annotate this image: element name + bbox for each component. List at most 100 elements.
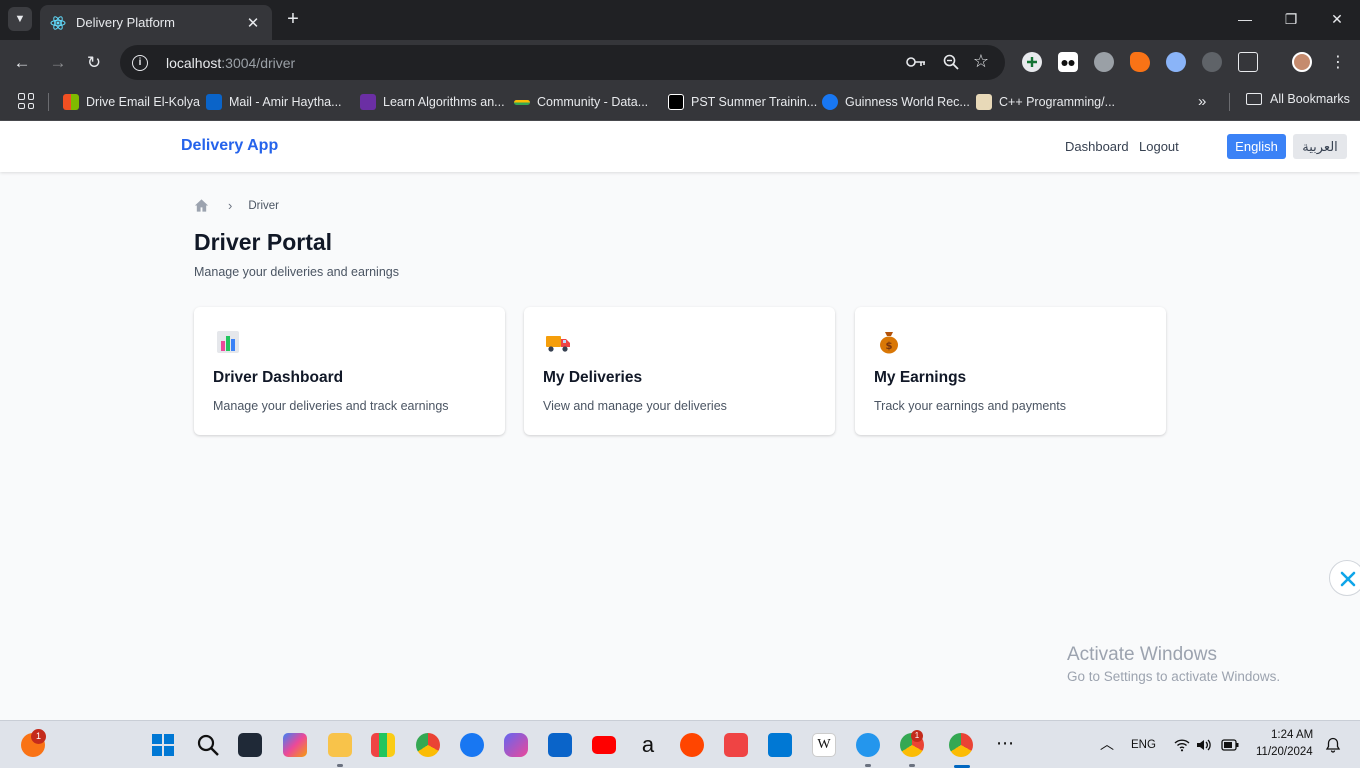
my-earnings-card[interactable]: $ My Earnings Track your earnings and pa…	[855, 307, 1166, 435]
bookmark-item[interactable]: Guinness World Rec...	[822, 92, 970, 112]
photos-icon[interactable]	[504, 733, 528, 757]
reload-button[interactable]: ↻	[81, 50, 107, 76]
activate-windows-title: Activate Windows	[1067, 644, 1217, 665]
facebook-icon[interactable]	[460, 733, 484, 757]
money-bag-icon: $	[880, 332, 898, 354]
activate-windows-subtitle: Go to Settings to activate Windows.	[1067, 669, 1281, 684]
card-description: Manage your deliveries and track earning…	[213, 399, 449, 413]
cross-icon	[1340, 571, 1356, 587]
volume-icon[interactable]	[1196, 738, 1212, 752]
more-bookmarks-icon[interactable]: »	[1198, 93, 1206, 110]
community-icon	[514, 99, 530, 105]
back-button[interactable]: ←	[9, 50, 35, 76]
bookmark-item[interactable]: Drive Email El-Kolya	[63, 92, 200, 112]
reddit-icon[interactable]	[680, 733, 704, 757]
close-window-button[interactable]: ✕	[1322, 8, 1352, 30]
chevron-right-icon: ›	[228, 198, 233, 213]
youtube-icon[interactable]	[592, 736, 616, 754]
page-subtitle: Manage your deliveries and earnings	[194, 265, 399, 279]
bookmark-item[interactable]: Community - Data...	[514, 92, 648, 112]
extension-glasses-icon[interactable]	[1058, 52, 1078, 72]
language-english-button[interactable]: English	[1227, 134, 1286, 159]
nav-dashboard-link[interactable]: Dashboard	[1065, 139, 1129, 154]
site-info-icon[interactable]: i	[132, 54, 148, 71]
tab-search-button[interactable]: ▼	[8, 7, 32, 31]
extension-orange-icon[interactable]	[1130, 52, 1150, 72]
my-deliveries-card[interactable]: My Deliveries View and manage your deliv…	[524, 307, 835, 435]
card-description: Track your earnings and payments	[874, 399, 1066, 413]
running-indicator	[909, 764, 915, 767]
chrome-active-icon[interactable]	[949, 733, 973, 757]
store-icon[interactable]	[724, 733, 748, 757]
svg-text:$: $	[886, 341, 893, 352]
outlook-icon[interactable]	[548, 733, 572, 757]
windows-taskbar: 1 a W 1 ⋯ ︿ ENG 1:24 AM 11/20/2024	[0, 720, 1360, 768]
wikipedia-icon[interactable]: W	[812, 733, 836, 757]
breadcrumb: › Driver	[194, 198, 279, 213]
more-apps-icon[interactable]: ⋯	[993, 733, 1017, 757]
apps-grid-icon[interactable]	[18, 93, 34, 109]
language-indicator[interactable]: ENG	[1131, 739, 1156, 751]
tab-close-icon[interactable]: ✕	[244, 14, 262, 32]
bookmark-item[interactable]: PST Summer Trainin...	[668, 92, 817, 112]
restore-button[interactable]: ❐	[1276, 8, 1306, 30]
new-tab-button[interactable]: +	[282, 8, 304, 30]
bookmark-item[interactable]: C++ Programming/...	[976, 92, 1115, 112]
microsoft-icon	[63, 94, 79, 110]
clock-time[interactable]: 1:24 AM	[1271, 729, 1313, 741]
app-icon[interactable]	[371, 733, 395, 757]
breadcrumb-current: Driver	[248, 199, 280, 212]
amazon-icon[interactable]: a	[636, 733, 660, 757]
nav-logout-link[interactable]: Logout	[1139, 139, 1179, 154]
copilot-icon[interactable]	[283, 733, 307, 757]
card-title: My Earnings	[874, 369, 967, 386]
extension-globe-icon[interactable]	[1094, 52, 1114, 72]
driver-dashboard-card[interactable]: Driver Dashboard Manage your deliveries …	[194, 307, 505, 435]
wifi-icon[interactable]	[1174, 738, 1190, 752]
brand-logo[interactable]: Delivery App	[181, 137, 278, 155]
search-icon[interactable]	[196, 733, 220, 757]
outlook-icon	[206, 94, 222, 110]
chart-icon	[217, 331, 239, 353]
card-description: View and manage your deliveries	[543, 399, 727, 413]
task-view-icon[interactable]	[238, 733, 262, 757]
delivery-truck-icon	[546, 336, 570, 352]
all-bookmarks-button[interactable]: All Bookmarks	[1246, 92, 1350, 106]
bookmark-star-icon[interactable]: ☆	[971, 51, 991, 72]
profile-avatar-icon[interactable]	[1292, 52, 1312, 72]
battery-icon[interactable]	[1221, 739, 1239, 751]
notifications-bell-icon[interactable]	[1325, 737, 1341, 753]
chrome-badge: 1	[911, 730, 923, 742]
zoom-icon[interactable]	[941, 54, 961, 70]
windows-start-icon[interactable]	[151, 733, 175, 757]
extension-disabled-icon[interactable]	[1202, 52, 1222, 72]
password-key-icon[interactable]	[906, 55, 926, 69]
address-bar[interactable]: i localhost:3004/driver ☆	[120, 45, 1005, 80]
pst-icon	[668, 94, 684, 110]
bookmark-item[interactable]: Learn Algorithms an...	[360, 92, 505, 112]
file-explorer-icon[interactable]	[328, 733, 352, 757]
browser-menu-icon[interactable]: ⋮	[1325, 50, 1351, 76]
browser-tab[interactable]: Delivery Platform ✕	[40, 5, 272, 40]
chrome-icon[interactable]	[416, 733, 440, 757]
extension-add-icon[interactable]	[1022, 52, 1042, 72]
extension-search-icon[interactable]	[1166, 52, 1186, 72]
floating-helper-widget[interactable]	[1329, 560, 1360, 596]
forward-button[interactable]: →	[45, 50, 71, 76]
bookmarks-bar: Drive Email El-Kolya Mail - Amir Haytha.…	[0, 85, 1360, 121]
clock-date[interactable]: 11/20/2024	[1256, 746, 1313, 758]
extensions-puzzle-icon[interactable]	[1238, 52, 1258, 72]
bookmark-divider	[1229, 93, 1230, 111]
react-icon	[50, 15, 66, 30]
language-arabic-button[interactable]: العربية	[1293, 134, 1347, 159]
home-icon[interactable]	[194, 198, 209, 213]
app-navbar: Delivery App Dashboard Logout English ال…	[0, 121, 1360, 172]
page-title: Driver Portal	[194, 229, 333, 255]
minimize-button[interactable]: —	[1230, 8, 1260, 30]
docker-icon[interactable]	[856, 733, 880, 757]
algorithms-icon	[360, 94, 376, 110]
bookmark-item[interactable]: Mail - Amir Haytha...	[206, 92, 342, 112]
vscode-icon[interactable]	[768, 733, 792, 757]
tray-chevron-up-icon[interactable]: ︿	[1100, 734, 1114, 754]
card-title: My Deliveries	[543, 369, 643, 386]
